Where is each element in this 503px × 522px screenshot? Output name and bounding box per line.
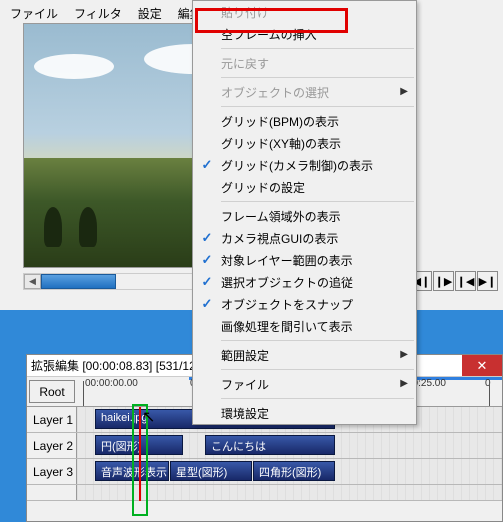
cm-follow-sel[interactable]: ✓ 選択オブジェクトの追従 — [193, 271, 416, 293]
layer-label-3[interactable]: Layer 3 — [27, 459, 77, 484]
menu-filter[interactable]: フィルタ — [66, 2, 130, 25]
layer-label-1[interactable]: Layer 1 — [27, 407, 77, 432]
go-start-button[interactable]: ❙◀ — [455, 271, 476, 291]
check-icon: ✓ — [199, 252, 215, 268]
check-icon: ✓ — [199, 274, 215, 290]
cm-layer-range[interactable]: ✓ 対象レイヤー範囲の表示 — [193, 249, 416, 271]
check-icon: ✓ — [199, 230, 215, 246]
timeline-title: 拡張編集 [00:00:08.83] [531/1265] — [31, 357, 212, 374]
go-end-button[interactable]: ▶❙ — [477, 271, 498, 291]
close-button[interactable]: ✕ — [462, 355, 502, 376]
cm-label: オブジェクトの選択 — [221, 84, 329, 101]
check-icon: ✓ — [199, 157, 215, 173]
cm-label: 対象レイヤー範囲の表示 — [221, 252, 353, 269]
cm-label: ファイル — [221, 376, 269, 393]
cm-select-object: オブジェクトの選択 ▶ — [193, 81, 416, 103]
cm-grid-bpm[interactable]: グリッド(BPM)の表示 — [193, 110, 416, 132]
root-button[interactable]: Root — [29, 380, 75, 403]
separator — [221, 369, 414, 370]
clip-star[interactable]: 星型(図形) — [170, 461, 252, 481]
cm-label: 選択オブジェクトの追従 — [221, 274, 353, 291]
separator — [221, 77, 414, 78]
playhead[interactable] — [139, 407, 141, 501]
layer-label-2[interactable]: Layer 2 — [27, 433, 77, 458]
chevron-right-icon: ▶ — [400, 86, 408, 97]
clip-square[interactable]: 四角形(図形) — [253, 461, 335, 481]
chevron-right-icon: ▶ — [400, 378, 408, 389]
scroll-left-icon[interactable]: ◀ — [24, 274, 41, 289]
transport-controls: ◀❙ ❙▶ ❙◀ ▶❙ — [411, 271, 498, 291]
check-icon: ✓ — [199, 296, 215, 312]
layer-row-empty — [27, 485, 502, 501]
cm-grid-cam[interactable]: ✓ グリッド(カメラ制御)の表示 — [193, 154, 416, 176]
cm-thinning[interactable]: 画像処理を間引いて表示 — [193, 315, 416, 337]
cm-range[interactable]: 範囲設定 ▶ — [193, 344, 416, 366]
cm-outside[interactable]: フレーム領域外の表示 — [193, 205, 416, 227]
step-fwd-button[interactable]: ❙▶ — [433, 271, 454, 291]
separator — [221, 106, 414, 107]
cm-label: オブジェクトをスナップ — [221, 296, 353, 313]
cm-label: 範囲設定 — [221, 347, 269, 364]
tick-label: 00:00:00.00 — [85, 378, 138, 389]
separator — [221, 340, 414, 341]
context-menu: 貼り付け 空フレームの挿入 元に戻す オブジェクトの選択 ▶ グリッド(BPM)… — [192, 0, 417, 425]
cm-snap[interactable]: ✓ オブジェクトをスナップ — [193, 293, 416, 315]
cm-grid-cfg[interactable]: グリッドの設定 — [193, 176, 416, 198]
cm-file[interactable]: ファイル ▶ — [193, 373, 416, 395]
separator — [221, 398, 414, 399]
menu-file[interactable]: ファイル — [2, 2, 66, 25]
cm-label: グリッド(カメラ制御)の表示 — [221, 157, 373, 174]
layer-row: Layer 3 音声波形表示 星型(図形) 四角形(図形) — [27, 459, 502, 485]
cm-insert-empty-frame[interactable]: 空フレームの挿入 — [193, 23, 416, 45]
chevron-right-icon: ▶ — [400, 349, 408, 360]
cm-revert: 元に戻す — [193, 52, 416, 74]
cm-env[interactable]: 環境設定 — [193, 402, 416, 424]
clip-hello[interactable]: こんにちは — [205, 435, 335, 455]
cm-grid-xy[interactable]: グリッド(XY軸)の表示 — [193, 132, 416, 154]
separator — [221, 201, 414, 202]
cm-cam-gui[interactable]: ✓ カメラ視点GUIの表示 — [193, 227, 416, 249]
scroll-thumb[interactable] — [41, 274, 116, 289]
cm-label: カメラ視点GUIの表示 — [221, 230, 338, 247]
menu-settings[interactable]: 設定 — [130, 2, 170, 25]
separator — [221, 48, 414, 49]
cm-paste: 貼り付け — [193, 1, 416, 23]
layer-label-empty — [27, 485, 77, 500]
layer-row: Layer 2 円(図形) こんにちは — [27, 433, 502, 459]
